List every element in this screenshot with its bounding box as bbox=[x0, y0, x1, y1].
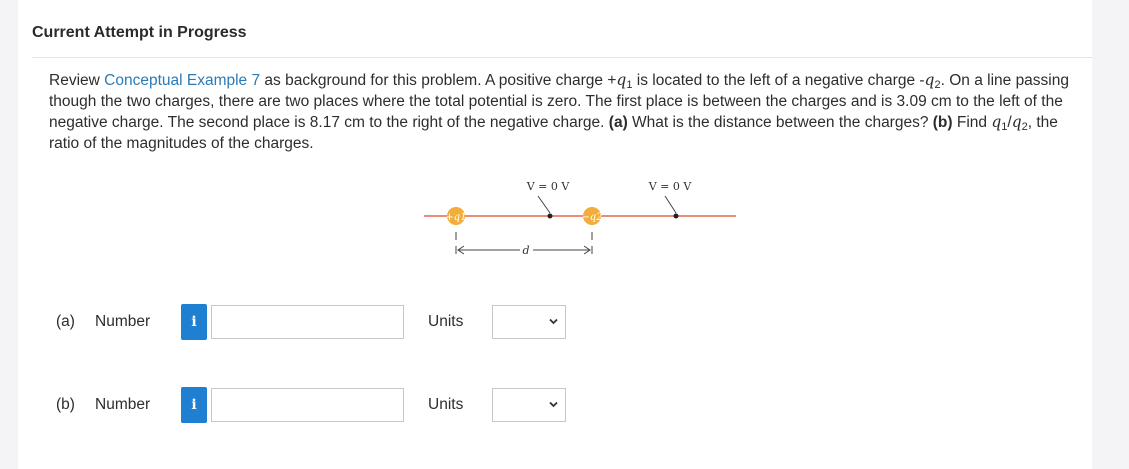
answer-row-a: (a) Number i Units bbox=[18, 304, 1092, 340]
info-icon[interactable]: i bbox=[181, 304, 207, 340]
number-label: Number bbox=[95, 313, 151, 330]
question-card: Current Attempt in Progress Review Conce… bbox=[18, 0, 1092, 469]
problem-statement: Review Conceptual Example 7 as backgroun… bbox=[49, 71, 1069, 152]
number-input-b[interactable] bbox=[211, 388, 404, 422]
answer-row-b: (b) Number i Units bbox=[18, 387, 1092, 423]
answer-part-label: (a) bbox=[56, 313, 75, 330]
chevron-down-icon bbox=[549, 401, 558, 408]
zero-pointer-1 bbox=[537, 195, 551, 214]
zero-point-1 bbox=[547, 213, 553, 219]
header-divider bbox=[32, 57, 1092, 58]
zero-point-2 bbox=[673, 213, 679, 219]
charge-diagram: V = 0 V V = 0 V +q1 −q2 d bbox=[416, 176, 738, 266]
units-label: Units bbox=[428, 396, 464, 413]
zero-potential-label-2: V = 0 V bbox=[648, 180, 693, 193]
zero-potential-label-1: V = 0 V bbox=[526, 180, 571, 193]
zero-pointer-2 bbox=[664, 195, 677, 214]
distance-label: d bbox=[522, 244, 529, 257]
conceptual-example-link[interactable]: Conceptual Example 7 bbox=[104, 72, 260, 89]
number-label: Number bbox=[95, 396, 151, 413]
part-a-label: (a) bbox=[608, 114, 628, 131]
info-icon[interactable]: i bbox=[181, 387, 207, 423]
units-dropdown-b[interactable] bbox=[492, 388, 566, 422]
negative-charge-label: −q2 bbox=[581, 212, 602, 223]
number-input-a[interactable] bbox=[211, 305, 404, 339]
part-b-label: (b) bbox=[932, 114, 953, 131]
units-label: Units bbox=[428, 313, 464, 330]
page-title: Current Attempt in Progress bbox=[32, 24, 247, 41]
chevron-down-icon bbox=[549, 318, 558, 325]
answer-part-label: (b) bbox=[56, 396, 75, 413]
units-dropdown-a[interactable] bbox=[492, 305, 566, 339]
positive-charge-label: +q1 bbox=[445, 212, 466, 223]
